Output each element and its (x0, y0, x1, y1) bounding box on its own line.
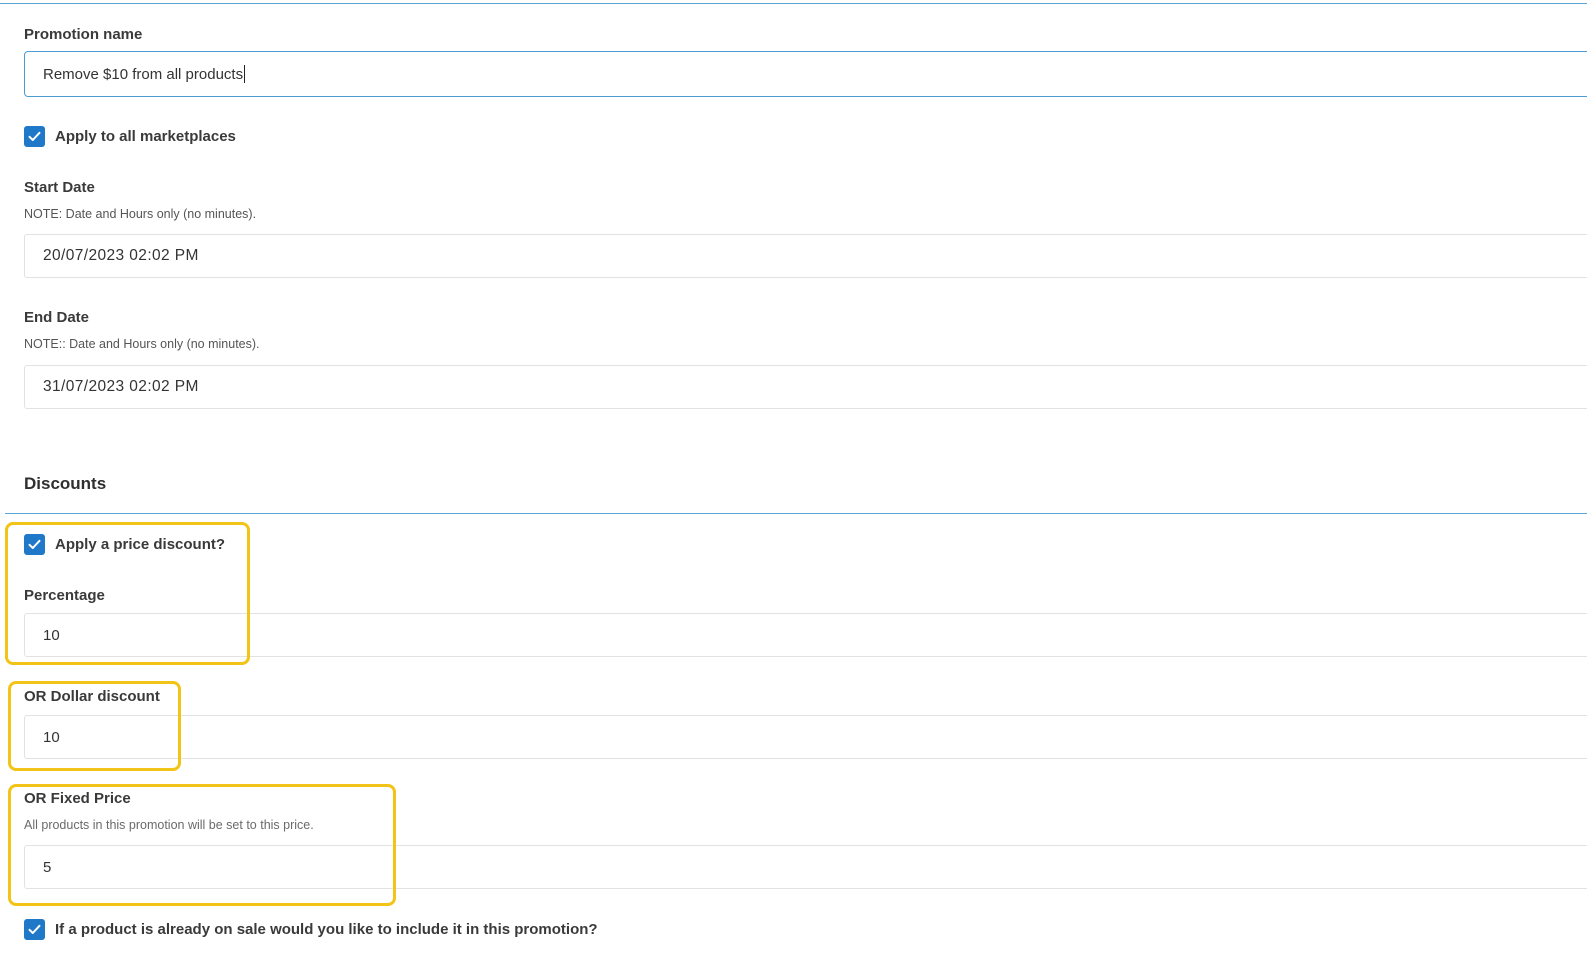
apply-price-discount-checkbox[interactable] (24, 534, 45, 555)
checkmark-icon (28, 924, 41, 934)
end-date-label: End Date (24, 309, 90, 326)
apply-all-marketplaces-label: Apply to all marketplaces (55, 128, 236, 145)
percentage-value: 10 (43, 626, 60, 644)
checkmark-icon (28, 131, 41, 141)
apply-all-marketplaces-checkbox[interactable] (24, 126, 45, 147)
dollar-discount-label: OR Dollar discount (24, 688, 160, 705)
dollar-discount-value: 10 (43, 728, 60, 746)
start-date-label: Start Date (24, 179, 95, 196)
top-divider (0, 3, 1587, 4)
promotion-name-input[interactable]: Remove $10 from all products (24, 51, 1587, 97)
fixed-price-label: OR Fixed Price (24, 790, 131, 807)
fixed-price-input[interactable]: 5 (24, 845, 1587, 889)
promotion-name-label: Promotion name (24, 26, 143, 43)
text-caret (244, 65, 246, 83)
fixed-price-value: 5 (43, 858, 52, 876)
apply-price-discount-label: Apply a price discount? (55, 536, 226, 553)
promotion-name-value: Remove $10 from all products (43, 65, 244, 83)
include-on-sale-checkbox[interactable] (24, 919, 45, 940)
include-on-sale-label: If a product is already on sale would yo… (55, 921, 598, 938)
fixed-price-note: All products in this promotion will be s… (24, 818, 314, 832)
percentage-input[interactable]: 10 (24, 613, 1587, 657)
start-date-note: NOTE: Date and Hours only (no minutes). (24, 207, 257, 221)
percentage-label: Percentage (24, 587, 105, 604)
dollar-discount-input[interactable]: 10 (24, 715, 1587, 759)
include-on-sale-row[interactable]: If a product is already on sale would yo… (24, 919, 598, 940)
apply-price-discount-row[interactable]: Apply a price discount? (24, 534, 225, 555)
promotion-form: Promotion name Remove $10 from all produ… (0, 0, 1587, 970)
end-date-note: NOTE:: Date and Hours only (no minutes). (24, 337, 260, 351)
start-date-input[interactable]: 20/07/2023 02:02 PM (24, 234, 1587, 278)
checkmark-icon (28, 539, 41, 549)
discounts-divider (5, 513, 1587, 514)
discounts-heading: Discounts (24, 474, 107, 493)
start-date-value: 20/07/2023 02:02 PM (43, 247, 199, 264)
end-date-value: 31/07/2023 02:02 PM (43, 378, 199, 395)
end-date-input[interactable]: 31/07/2023 02:02 PM (24, 365, 1587, 409)
apply-all-marketplaces-row[interactable]: Apply to all marketplaces (24, 126, 236, 147)
